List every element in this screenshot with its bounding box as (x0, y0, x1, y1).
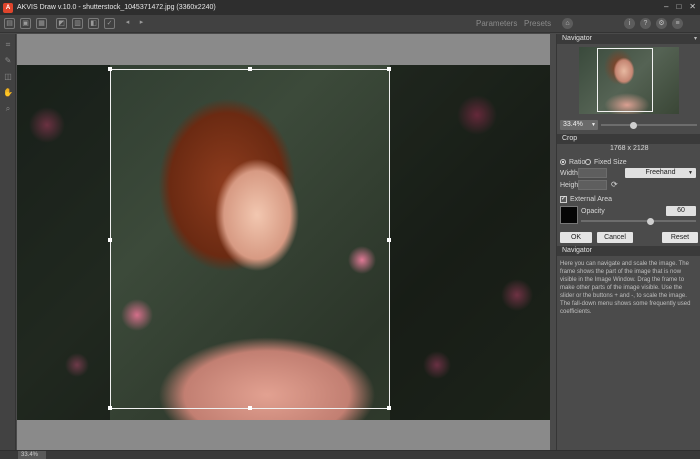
navigator-frame[interactable] (597, 48, 653, 112)
ratio-label: Ratio (569, 159, 586, 166)
help-header: Navigator (557, 246, 700, 256)
app-window: A AKVIS Draw v.10.0 - shutterstock_10453… (0, 0, 700, 459)
news-icon[interactable]: ≡ (672, 18, 683, 29)
image-window[interactable] (17, 34, 550, 450)
window-title: AKVIS Draw v.10.0 - shutterstock_1045371… (17, 4, 216, 11)
navigator-title: Navigator (562, 35, 592, 42)
crop-handle[interactable] (387, 238, 391, 242)
help-text: Here you can navigate and scale the imag… (560, 261, 691, 315)
opacity-value[interactable]: 60 (666, 206, 696, 216)
crop-mode-select[interactable]: Freehand ▼ (625, 168, 696, 178)
external-area-right (390, 65, 550, 420)
akvis-logo-icon: A (3, 2, 13, 13)
before-after-icon[interactable]: ◧ (88, 18, 99, 29)
status-bar: 33.4% (0, 450, 700, 459)
undo-icon[interactable]: ◂ (122, 18, 133, 29)
zoom-dropdown[interactable]: 33.4% ▼ (560, 120, 598, 130)
opacity-slider-knob[interactable] (647, 218, 654, 225)
external-area-checkbox[interactable]: ✓ (560, 196, 567, 203)
close-button[interactable]: ✕ (689, 2, 696, 11)
crop-header: Crop (557, 134, 700, 144)
width-label: Width (560, 170, 578, 177)
top-toolbar: ▤ ▣ ▦ ◩ ▥ ◧ ✓ ◂ ▸ Parameters Presets ⌂ i… (0, 15, 700, 33)
crop-handle[interactable] (108, 238, 112, 242)
external-area-color[interactable] (560, 206, 578, 224)
opacity-label: Opacity (581, 208, 605, 215)
crop-mode-value: Freehand (645, 169, 676, 176)
crop-handle[interactable] (248, 406, 252, 410)
reset-button[interactable]: Reset (662, 232, 698, 243)
crop-handle[interactable] (108, 406, 112, 410)
swap-icon[interactable]: ⟳ (611, 180, 618, 189)
width-field[interactable] (578, 168, 607, 178)
redo-icon[interactable]: ▸ (136, 18, 147, 29)
navigator-header[interactable]: Navigator ▾ (557, 34, 700, 44)
zoom-slider-knob[interactable] (630, 122, 637, 129)
fixed-size-radio[interactable] (585, 159, 591, 165)
zoom-slider[interactable] (601, 124, 697, 126)
print-icon[interactable]: ▦ (36, 18, 47, 29)
crop-handle[interactable] (108, 67, 112, 71)
crop-handle[interactable] (387, 406, 391, 410)
info-icon[interactable]: i (624, 18, 635, 29)
height-field[interactable] (578, 180, 607, 190)
cancel-button[interactable]: Cancel (597, 232, 633, 243)
window-controls: – □ ✕ (664, 2, 696, 11)
open-icon[interactable]: ▤ (4, 18, 15, 29)
tools-strip: ⌗ ✎ ◫ ✋ ⌕ (0, 34, 16, 450)
save-icon[interactable]: ▣ (20, 18, 31, 29)
collapse-icon[interactable]: ▾ (694, 34, 697, 44)
home-icon[interactable]: ⌂ (562, 18, 573, 29)
presets-tab[interactable]: Presets (524, 19, 551, 28)
ok-button[interactable]: OK (560, 232, 592, 243)
chevron-down-icon: ▼ (688, 170, 693, 176)
external-area-label: External Area (570, 196, 613, 203)
help-title: Navigator (562, 247, 592, 254)
crop-dimensions: 1768 x 2128 (610, 145, 649, 152)
crop-handle[interactable] (387, 67, 391, 71)
share-icon[interactable]: ◩ (56, 18, 67, 29)
crop-tool-icon[interactable]: ⌗ (3, 40, 13, 50)
status-zoom[interactable]: 33.4% (18, 451, 46, 459)
batch-icon[interactable]: ▥ (72, 18, 83, 29)
help-icon[interactable]: ? (640, 18, 651, 29)
parameters-tab[interactable]: Parameters (476, 19, 517, 28)
maximize-button[interactable]: □ (676, 2, 681, 11)
hand-tool-icon[interactable]: ✋ (3, 88, 13, 98)
fixed-size-label: Fixed Size (594, 159, 627, 166)
zoom-tool-icon[interactable]: ⌕ (3, 104, 13, 114)
apply-icon[interactable]: ✓ (104, 18, 115, 29)
brush-tool-icon[interactable]: ✎ (3, 56, 13, 66)
opacity-slider[interactable] (581, 220, 696, 222)
crop-title: Crop (562, 135, 578, 142)
right-panel: Navigator ▾ 33.4% ▼ Crop 1768 x 2128 Rat… (556, 34, 700, 450)
external-area-left (17, 65, 110, 420)
ratio-radio[interactable] (560, 159, 566, 165)
navigator-thumbnail[interactable] (579, 47, 679, 114)
minimize-button[interactable]: – (664, 2, 668, 11)
chevron-down-icon: ▼ (591, 122, 596, 128)
eraser-tool-icon[interactable]: ◫ (3, 72, 13, 82)
title-bar: A AKVIS Draw v.10.0 - shutterstock_10453… (0, 0, 700, 15)
zoom-value: 33.4% (563, 121, 583, 128)
settings-icon[interactable]: ⚙ (656, 18, 667, 29)
crop-frame[interactable] (108, 67, 391, 410)
crop-handle[interactable] (248, 67, 252, 71)
